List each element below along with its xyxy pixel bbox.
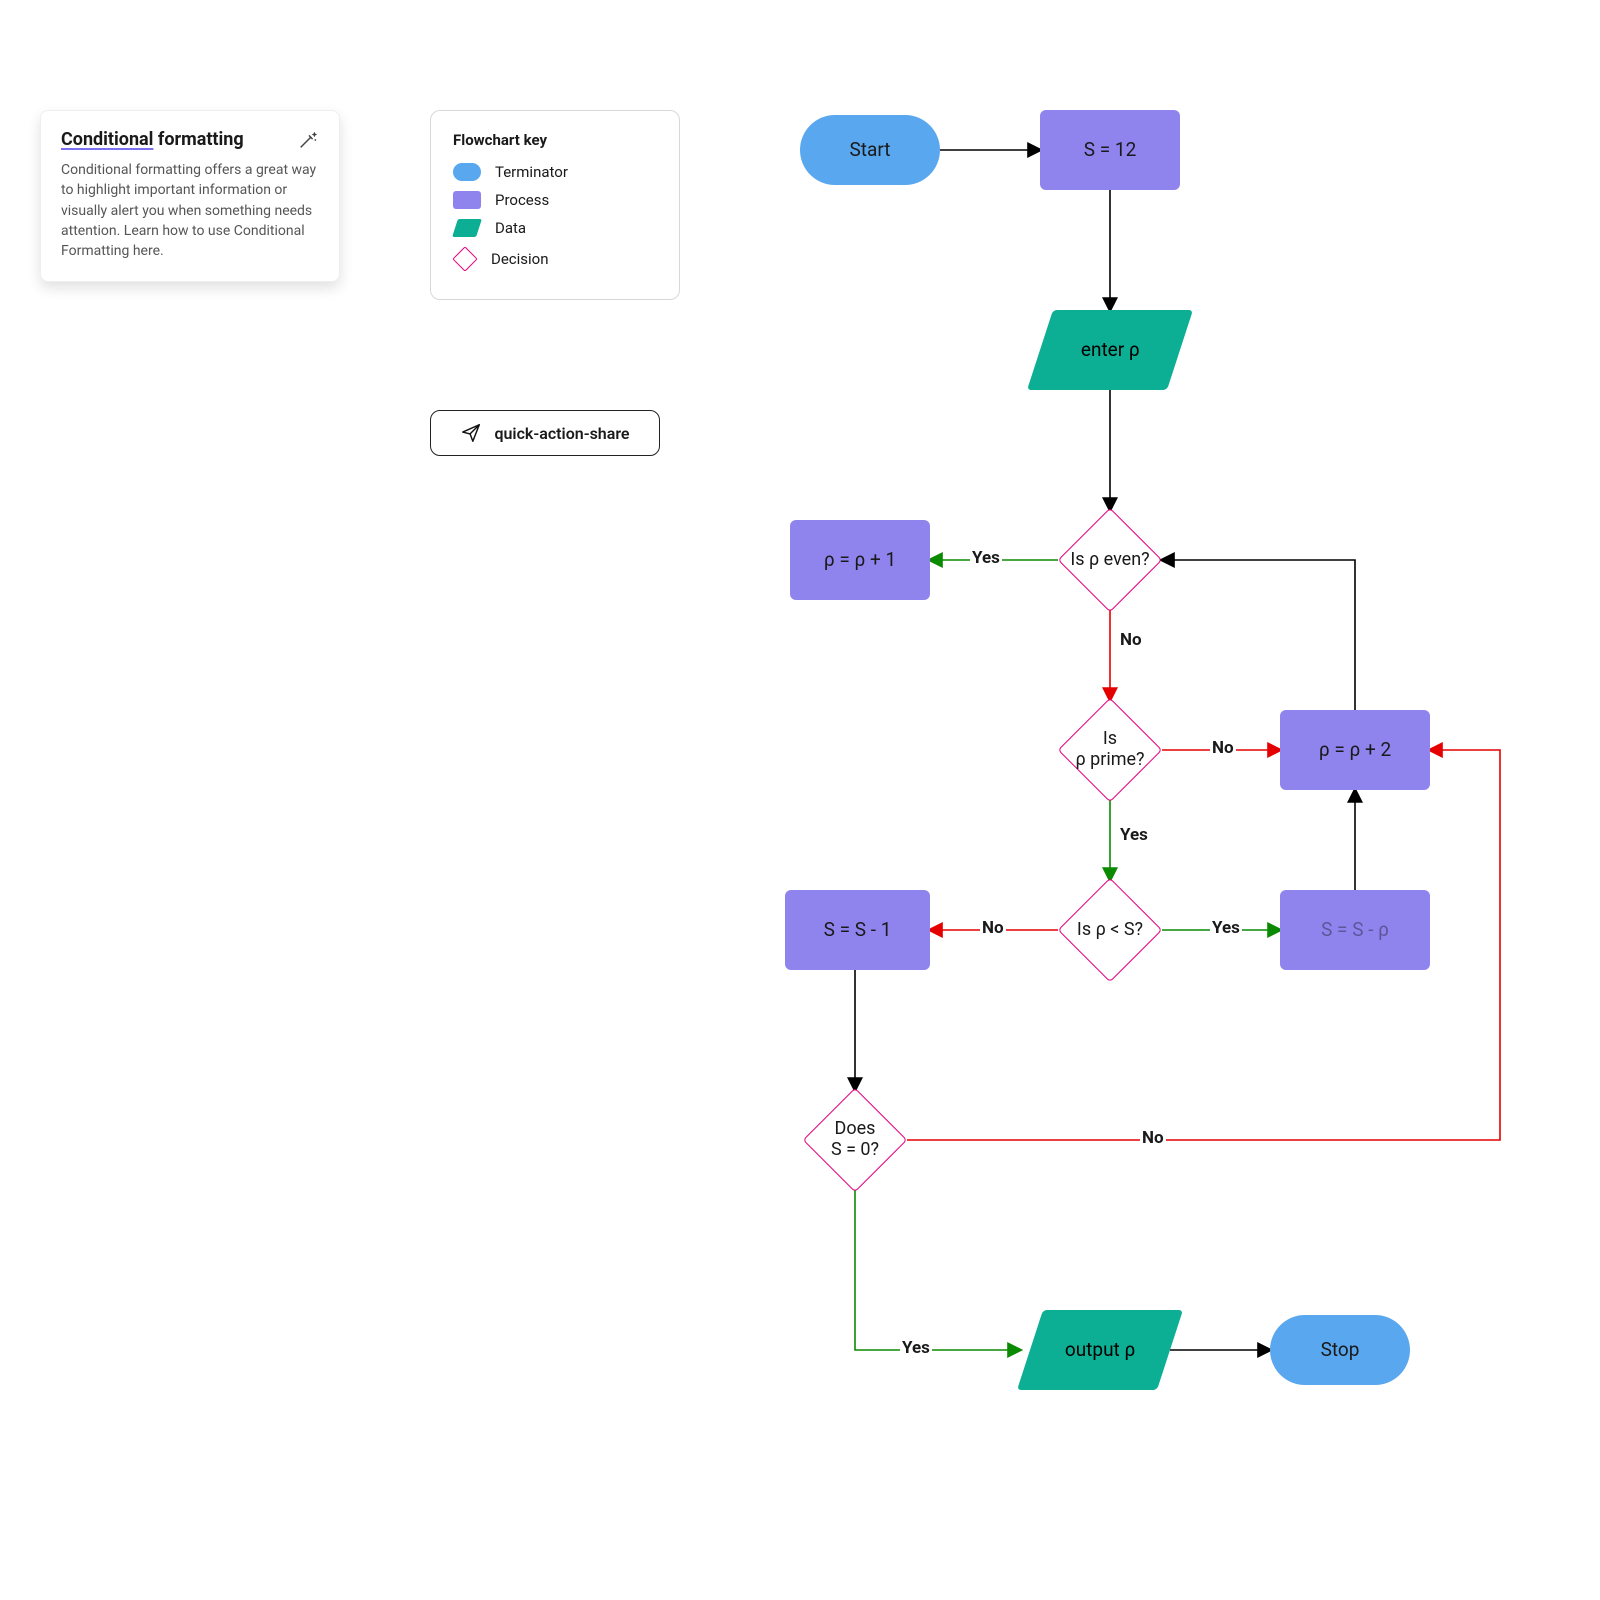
edge-label-yes: Yes <box>1118 825 1150 845</box>
node-label: Stop <box>1321 1339 1360 1362</box>
edge-label-no: No <box>980 918 1006 938</box>
node-label: S = 12 <box>1084 139 1137 162</box>
node-is-p-prime[interactable]: Is ρ prime? <box>1073 713 1147 787</box>
paper-plane-icon <box>460 422 482 444</box>
node-label: Is ρ prime? <box>1075 729 1144 770</box>
node-label: Is ρ even? <box>1070 550 1149 571</box>
node-stop[interactable]: Stop <box>1270 1315 1410 1385</box>
share-button-label: quick-action-share <box>494 424 629 443</box>
flowchart-legend: Flowchart key Terminator Process Data De… <box>430 110 680 300</box>
legend-label: Terminator <box>495 163 568 181</box>
legend-item-data: Data <box>453 219 657 237</box>
edge-label-yes: Yes <box>1210 918 1242 938</box>
node-label: Is ρ < S? <box>1077 920 1143 941</box>
edge-label-no: No <box>1210 738 1236 758</box>
legend-label: Process <box>495 191 549 209</box>
node-output-p[interactable]: output ρ <box>1017 1310 1183 1390</box>
legend-heading: Flowchart key <box>453 131 657 149</box>
legend-item-process: Process <box>453 191 657 209</box>
node-label: ρ = ρ + 2 <box>1319 739 1391 762</box>
legend-item-terminator: Terminator <box>453 163 657 181</box>
edge-label-yes: Yes <box>900 1338 932 1358</box>
node-label: Does S = 0? <box>831 1119 879 1160</box>
quick-action-share-button[interactable]: quick-action-share <box>430 410 660 456</box>
terminator-swatch <box>453 163 481 181</box>
info-card-title: Conditional formatting <box>61 129 244 150</box>
info-card-body: Conditional formatting offers a great wa… <box>61 160 319 261</box>
node-label: output ρ <box>1065 1339 1135 1362</box>
node-s-minus-p[interactable]: S = S - ρ <box>1280 890 1430 970</box>
node-p-plus-1[interactable]: ρ = ρ + 1 <box>790 520 930 600</box>
legend-label: Decision <box>491 250 549 268</box>
node-is-p-lt-s[interactable]: Is ρ < S? <box>1073 893 1147 967</box>
node-s-equals-12[interactable]: S = 12 <box>1040 110 1180 190</box>
node-label: ρ = ρ + 1 <box>824 549 896 572</box>
edge-label-no: No <box>1118 630 1144 650</box>
flowchart-edges <box>740 90 1570 1520</box>
flowchart-canvas: Start S = 12 enter ρ Is ρ even? ρ = ρ + … <box>740 90 1570 1520</box>
node-start[interactable]: Start <box>800 115 940 185</box>
node-enter-p[interactable]: enter ρ <box>1027 310 1193 390</box>
edge-label-no: No <box>1140 1128 1166 1148</box>
node-label: enter ρ <box>1081 339 1140 362</box>
node-label: Start <box>850 139 891 162</box>
legend-label: Data <box>495 219 526 237</box>
node-p-plus-2[interactable]: ρ = ρ + 2 <box>1280 710 1430 790</box>
node-does-s-equal-0[interactable]: Does S = 0? <box>818 1103 892 1177</box>
process-swatch <box>453 191 481 209</box>
info-card: Conditional formatting Conditional forma… <box>40 110 340 282</box>
node-label: S = S - 1 <box>824 919 892 942</box>
magic-wand-icon <box>297 129 319 151</box>
node-is-p-even[interactable]: Is ρ even? <box>1073 523 1147 597</box>
data-swatch <box>452 219 482 237</box>
edge-label-yes: Yes <box>970 548 1002 568</box>
node-s-minus-1[interactable]: S = S - 1 <box>785 890 930 970</box>
decision-swatch <box>453 247 477 271</box>
node-label: S = S - ρ <box>1321 919 1389 942</box>
legend-item-decision: Decision <box>453 247 657 271</box>
